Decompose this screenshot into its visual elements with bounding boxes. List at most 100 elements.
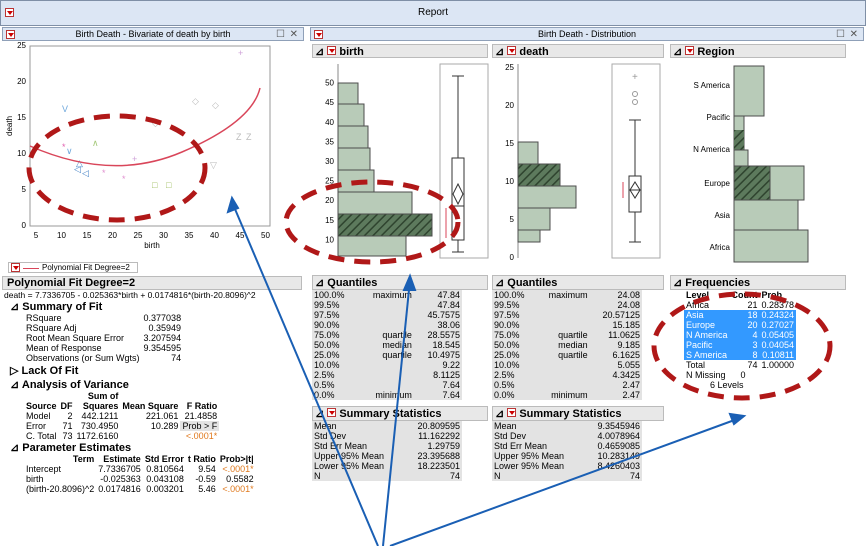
fit-title[interactable]: Polynomial Fit Degree=2 <box>2 276 302 290</box>
close-icon[interactable]: ✕ <box>850 29 858 40</box>
table-row: Model 2 442.1211 221.061 21.4858 <box>26 411 218 421</box>
table-row: Root Mean Square Error 3.207594 <box>26 333 182 343</box>
y-tick-label: 10 <box>17 149 26 158</box>
y-tick-label: 20 <box>17 77 26 86</box>
bar-selected <box>337 213 433 237</box>
x-tick-label: 10 <box>57 231 66 240</box>
table-row: 10.0% 5.055 <box>494 360 640 370</box>
data-point: Z <box>236 132 242 142</box>
table-row: 50.0% median 9.185 <box>494 340 640 350</box>
report-titlebar: Report <box>0 0 866 26</box>
x-tick-label: 5 <box>34 231 39 240</box>
y-tick-label: 20 <box>505 101 514 110</box>
table-row: Upper 95% Mean 10.283149 <box>494 451 640 461</box>
bar-n-america <box>733 149 749 167</box>
data-point: + <box>238 48 243 58</box>
summary-of-fit-title[interactable]: ⊿ Summary of Fit <box>2 300 302 313</box>
parameter-table: Term Estimate Std Error t Ratio Prob>|t| Inte… <box>26 454 254 494</box>
table-row: Mean of Response 9.354595 <box>26 343 182 353</box>
data-point: □ <box>152 180 158 190</box>
plot-frame <box>29 45 271 227</box>
region-header[interactable]: ⊿ Region <box>670 44 846 58</box>
death-summary-title[interactable]: ⊿ Summary Statistics <box>492 406 664 421</box>
table-row: 50.0% median 18.545 <box>314 340 460 350</box>
x-tick-label: 35 <box>185 231 194 240</box>
bar <box>517 229 541 243</box>
table-row: 0.5% 2.47 <box>494 380 640 390</box>
region-label: Europe <box>704 179 730 188</box>
x-tick-label: 40 <box>210 231 219 240</box>
table-row: 100.0% maximum 24.08 <box>494 290 640 300</box>
data-point: ▽ <box>210 160 217 170</box>
frequency-row[interactable]: S America 8 0.10811 <box>684 350 797 360</box>
bar <box>517 185 577 209</box>
data-point: □ <box>166 180 172 190</box>
x-tick-label: 20 <box>108 231 117 240</box>
death-header[interactable]: ⊿ death <box>492 44 664 58</box>
y-tick-label: 10 <box>505 177 514 186</box>
table-row: 75.0% quartile 28.5575 <box>314 330 460 340</box>
close-icon[interactable]: ✕ <box>290 29 298 40</box>
bar <box>337 191 413 215</box>
table-row: Error 71 730.4950 10.289 Prob > F <box>26 421 220 431</box>
table-row: 2.5% 4.3425 <box>494 370 640 380</box>
table-row: Lower 95% Mean 8.4260403 <box>494 461 640 471</box>
table-row: 25.0% quartile 6.1625 <box>494 350 640 360</box>
data-point: Z <box>246 132 252 142</box>
table-row: 25.0% quartile 10.4975 <box>314 350 460 360</box>
region-label: Pacific <box>706 113 730 122</box>
bar <box>337 147 371 171</box>
frequency-row[interactable]: Pacific 3 0.04054 <box>684 340 797 350</box>
table-row: 99.5% 24.08 <box>494 300 640 310</box>
legend-line <box>23 268 39 269</box>
bar-europe-selected <box>733 165 771 201</box>
region-label: N America <box>693 145 730 154</box>
data-point: ∨ <box>66 146 73 156</box>
y-tick-label: 0 <box>22 221 27 230</box>
birth-stats: ⊿ Quantiles 100.0% maximum 47.84 99.5% 47.84… <box>312 275 488 481</box>
anova-title[interactable]: ⊿ Analysis of Variance <box>2 378 302 391</box>
frequencies-title[interactable]: ⊿ Frequencies <box>670 275 846 290</box>
data-point: ◇ <box>212 100 219 110</box>
table-row: N 74 <box>314 471 460 481</box>
report-title: Report <box>417 7 448 18</box>
birth-quantiles-title[interactable]: ⊿ Quantiles <box>312 275 488 290</box>
table-row: Intercept 7.7336705 0.810564 9.54 <.0001* <box>26 464 254 474</box>
frequency-row[interactable]: Europe 20 0.27027 <box>684 320 797 330</box>
data-point: * <box>122 174 126 184</box>
birth-summary-title[interactable]: ⊿ Summary Statistics <box>312 406 488 421</box>
birth-header[interactable]: ⊿ birth <box>312 44 488 58</box>
table-row: RSquare Adj 0.35949 <box>26 323 182 333</box>
table-row: 2.5% 8.1125 <box>314 370 460 380</box>
table-row: Std Dev 11.162292 <box>314 431 460 441</box>
table-row: 97.5% 20.57125 <box>494 310 640 320</box>
bar <box>517 207 551 231</box>
y-tick-label: 45 <box>325 98 334 107</box>
table-row: Lower 95% Mean 18.223501 <box>314 461 460 471</box>
parameter-estimates-title[interactable]: ⊿ Parameter Estimates <box>2 441 302 454</box>
death-quantiles-title[interactable]: ⊿ Quantiles <box>492 275 664 290</box>
x-tick-label: 45 <box>236 231 245 240</box>
table-row: 10.0% 9.22 <box>314 360 460 370</box>
lack-of-fit-title[interactable]: ▷ Lack Of Fit <box>2 364 302 377</box>
bar <box>337 169 375 193</box>
table-row: RSquare 0.377038 <box>26 313 182 323</box>
y-tick-label: 15 <box>505 139 514 148</box>
death-stats: ⊿ Quantiles 100.0% maximum 24.08 99.5% 24.08… <box>492 275 664 481</box>
frequency-total: Total 74 1.00000 <box>686 360 795 370</box>
fit-menu-icon[interactable] <box>11 263 20 272</box>
table-row: 0.0% minimum 2.47 <box>494 390 640 400</box>
distribution-titlebar: Birth Death - Distribution ☐ ✕ <box>310 27 864 41</box>
bar <box>337 125 369 149</box>
fit-equation: death = 7.7336705 - 0.025363*birth + 0.0… <box>4 290 256 300</box>
frequency-row[interactable]: N America 4 0.05405 <box>684 330 797 340</box>
y-tick-label: 35 <box>325 137 334 146</box>
frequency-row[interactable]: Asia 18 0.24324 <box>684 310 797 320</box>
y-tick-label: 5 <box>22 185 27 194</box>
x-axis-label: birth <box>144 241 160 250</box>
restore-icon[interactable]: ☐ <box>276 29 285 40</box>
frequency-row[interactable]: Africa 21 0.28378 <box>684 300 796 310</box>
data-point: ◇ <box>192 96 199 106</box>
restore-icon[interactable]: ☐ <box>836 29 845 40</box>
table-row: birth -0.025363 0.043108 -0.59 0.5582 <box>26 474 254 484</box>
